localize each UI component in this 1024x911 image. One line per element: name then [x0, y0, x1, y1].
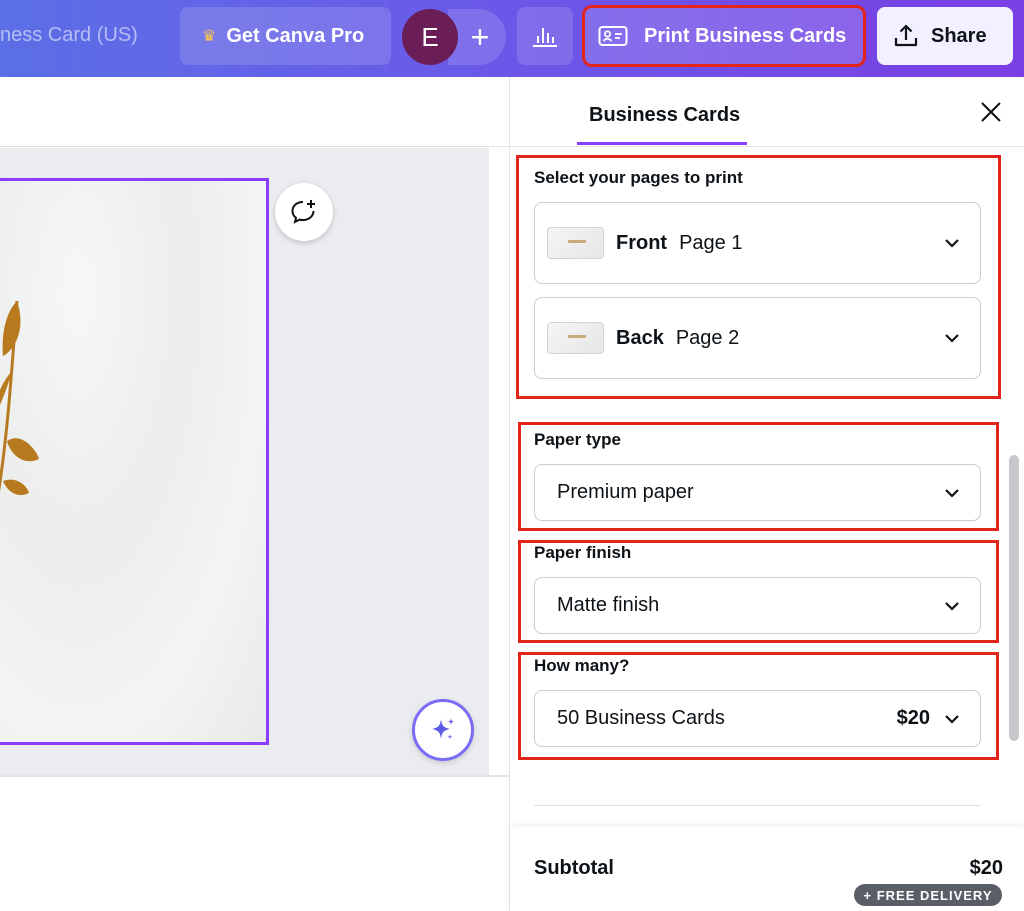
- sparkle-icon: [428, 715, 458, 745]
- back-page-value: Page 2: [675, 326, 740, 349]
- magic-assistant-button[interactable]: [412, 699, 474, 761]
- leaf-branch-graphic: [0, 300, 39, 496]
- share-label: Share: [931, 24, 987, 47]
- business-card-page[interactable]: [0, 178, 269, 745]
- bar-chart-icon: [531, 24, 559, 48]
- print-business-cards-label: Print Business Cards: [644, 24, 847, 47]
- subtotal-label: Subtotal: [534, 857, 614, 879]
- paper-finish-value: Matte finish: [557, 594, 660, 616]
- avatar-initial: E: [421, 21, 439, 52]
- active-tab-indicator: [577, 142, 747, 145]
- paper-type-value: Premium paper: [557, 481, 694, 503]
- chevron-down-icon: [944, 601, 960, 611]
- chevron-down-icon: [944, 333, 960, 343]
- panel-scrollbar[interactable]: [1009, 455, 1019, 741]
- paper-type-select[interactable]: Premium paper: [534, 464, 981, 521]
- quantity-price: $20: [896, 707, 930, 729]
- front-page-value: Page 1: [679, 231, 743, 254]
- insights-button[interactable]: [517, 7, 573, 65]
- comment-add-icon: [289, 197, 319, 227]
- chevron-down-icon: [944, 488, 960, 498]
- editor-footer-area: [0, 775, 510, 911]
- front-page-select[interactable]: Front Page 1: [534, 202, 981, 284]
- quantity-value: 50 Business Cards: [557, 707, 725, 729]
- quantity-select[interactable]: 50 Business Cards $20: [534, 690, 981, 747]
- close-panel-button[interactable]: [978, 99, 1004, 125]
- tab-business-cards[interactable]: Business Cards: [589, 104, 740, 127]
- panel-divider: [510, 146, 1024, 147]
- get-canva-pro-label: Get Canva Pro: [226, 24, 365, 47]
- print-business-cards-button[interactable]: Print Business Cards: [582, 5, 866, 67]
- paper-type-label: Paper type: [534, 430, 621, 449]
- subtotal-value: $20: [969, 857, 1003, 879]
- plus-icon: +: [470, 18, 490, 55]
- back-page-select[interactable]: Back Page 2: [534, 297, 981, 379]
- pages-label: Select your pages to print: [534, 168, 743, 187]
- quantity-label: How many?: [534, 656, 630, 675]
- paper-finish-select[interactable]: Matte finish: [534, 577, 981, 634]
- get-canva-pro-button[interactable]: ♛ Get Canva Pro: [180, 7, 391, 65]
- crown-icon: ♛: [202, 28, 217, 45]
- back-side-label: Back: [616, 326, 664, 349]
- editor-toolbar-area: [0, 77, 510, 147]
- avatar[interactable]: E: [402, 9, 458, 65]
- front-page-thumbnail: [547, 227, 604, 259]
- chevron-down-icon: [944, 238, 960, 248]
- id-card-icon: [598, 25, 628, 47]
- front-side-label: Front: [616, 231, 668, 254]
- paper-finish-label: Paper finish: [534, 543, 632, 562]
- summary-divider: [534, 805, 981, 806]
- order-summary: Subtotal $20 + FREE DELIVERY: [510, 827, 1024, 911]
- chevron-down-icon: [944, 714, 960, 724]
- free-delivery-badge: + FREE DELIVERY: [854, 884, 1002, 906]
- add-comment-button[interactable]: [275, 183, 333, 241]
- upload-icon: [893, 23, 919, 49]
- document-title[interactable]: ness Card (US): [0, 24, 138, 47]
- close-icon: [980, 101, 1002, 123]
- top-bar: ness Card (US) ♛ Get Canva Pro + E Print…: [0, 0, 1024, 77]
- back-page-thumbnail: [547, 322, 604, 354]
- print-panel: Business Cards Select your pages to prin…: [509, 77, 1024, 911]
- share-button[interactable]: Share: [877, 7, 1013, 65]
